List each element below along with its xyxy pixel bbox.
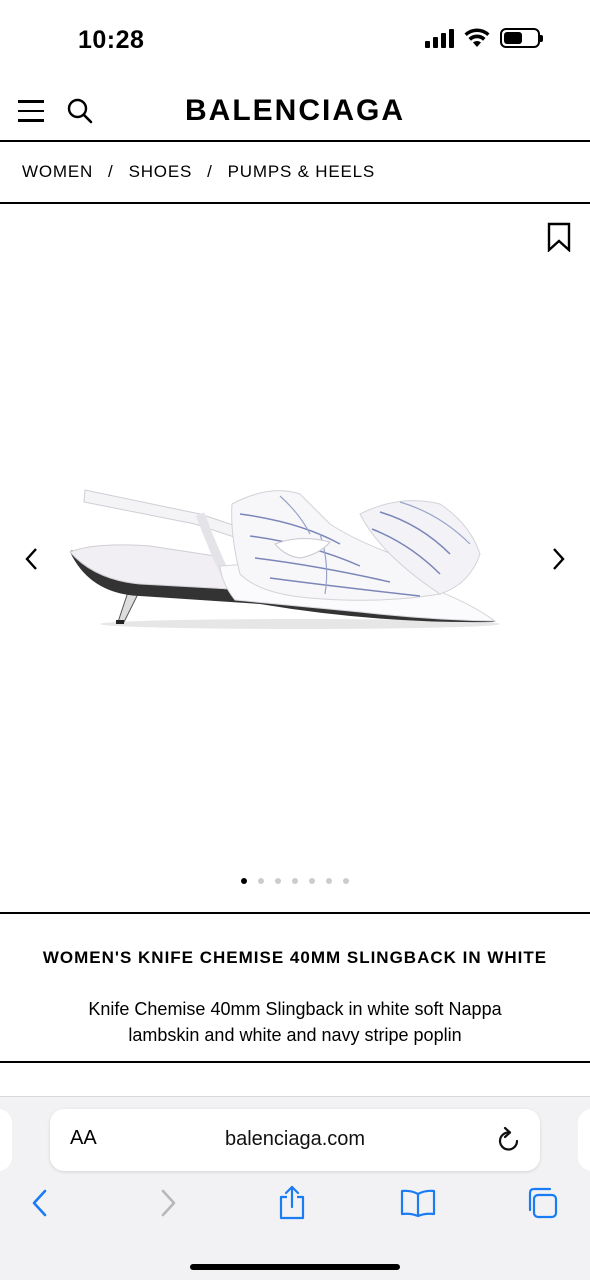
site-header: BALENCIAGA [0, 80, 590, 142]
product-gallery[interactable] [0, 204, 590, 914]
status-time: 10:28 [78, 26, 145, 54]
browser-nav-bar [0, 1183, 590, 1227]
divider [0, 1061, 590, 1063]
battery-icon [500, 28, 543, 48]
status-bar: 10:28 [0, 0, 590, 80]
wifi-icon [464, 28, 490, 47]
gallery-dot[interactable] [292, 878, 298, 884]
url-text[interactable]: balenciaga.com [50, 1128, 540, 1151]
address-bar[interactable]: AA balenciaga.com [50, 1109, 540, 1171]
breadcrumb-separator: / [108, 162, 114, 181]
gallery-dot[interactable] [326, 878, 332, 884]
forward-button[interactable] [148, 1183, 188, 1223]
share-button[interactable] [272, 1183, 312, 1223]
gallery-pagination [0, 878, 590, 884]
reload-icon[interactable] [496, 1126, 522, 1154]
browser-toolbar: AA balenciaga.com [0, 1096, 590, 1280]
next-tab-peek[interactable] [578, 1109, 590, 1171]
forward-icon [161, 1189, 176, 1217]
gallery-dot[interactable] [241, 878, 247, 884]
gallery-dot[interactable] [258, 878, 264, 884]
previous-tab-peek[interactable] [0, 1109, 12, 1171]
gallery-dot[interactable] [275, 878, 281, 884]
book-icon [400, 1189, 436, 1218]
breadcrumb-separator: / [207, 162, 213, 181]
gallery-dot[interactable] [309, 878, 315, 884]
brand-logo[interactable]: BALENCIAGA [0, 94, 590, 128]
tabs-icon [528, 1187, 558, 1219]
product-description: Knife Chemise 40mm Slingback in white so… [88, 999, 502, 1045]
cellular-signal-icon [425, 28, 454, 48]
product-title: WOMEN'S KNIFE CHEMISE 40MM SLINGBACK IN … [42, 948, 548, 967]
tabs-button[interactable] [522, 1183, 562, 1223]
share-icon [279, 1185, 305, 1220]
status-icons [425, 28, 543, 48]
gallery-dot[interactable] [343, 878, 349, 884]
back-button[interactable] [20, 1183, 60, 1223]
home-indicator[interactable] [190, 1264, 400, 1270]
product-image [69, 489, 500, 629]
back-icon [32, 1189, 47, 1217]
chevron-right-icon[interactable] [546, 544, 570, 574]
breadcrumb-women[interactable]: WOMEN [22, 162, 93, 182]
bookmarks-button[interactable] [398, 1183, 438, 1223]
breadcrumb-shoes[interactable]: SHOES [129, 162, 193, 182]
breadcrumb-pumps-heels[interactable]: PUMPS & HEELS [228, 162, 375, 182]
bookmark-icon[interactable] [546, 222, 572, 252]
breadcrumb: WOMEN / SHOES / PUMPS & HEELS [0, 142, 590, 204]
